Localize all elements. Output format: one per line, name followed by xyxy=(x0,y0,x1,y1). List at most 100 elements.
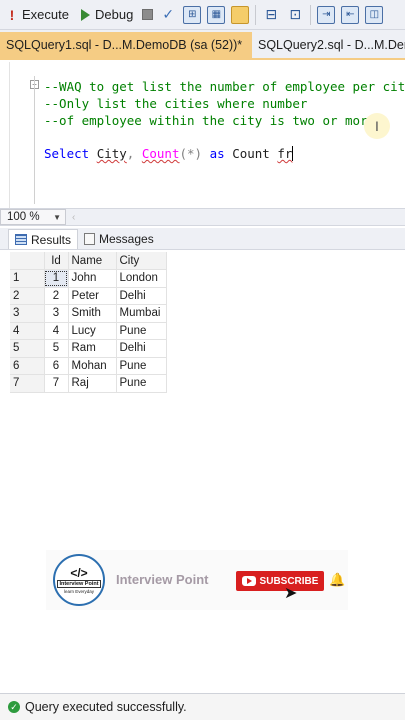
uncomment-icon[interactable]: ⊡ xyxy=(286,6,304,24)
results-to-grid-icon[interactable] xyxy=(231,5,250,24)
indent-icon[interactable]: ⇥ xyxy=(317,5,336,24)
mouse-pointer-icon: ➤ xyxy=(284,585,298,602)
row-number[interactable]: 6 xyxy=(10,357,45,375)
bell-icon[interactable]: 🔔 xyxy=(329,572,345,588)
table-header-row: Id Name City xyxy=(10,252,167,270)
row-number[interactable]: 1 xyxy=(10,269,45,288)
row-number[interactable]: 7 xyxy=(10,374,45,393)
cell-name[interactable]: Peter xyxy=(68,287,117,305)
cell-id[interactable]: 6 xyxy=(44,357,69,375)
results-grid[interactable]: Id Name City 1 1 John London 2 2 Peter D… xyxy=(10,252,167,393)
tab-sqlquery2[interactable]: SQLQuery2.sql - D...M.Demo xyxy=(252,32,405,58)
cell-id[interactable]: 3 xyxy=(44,304,69,323)
toolbar-separator xyxy=(310,4,312,25)
cell-id[interactable]: 5 xyxy=(44,339,69,358)
sql-column-city: City xyxy=(96,146,127,161)
youtube-icon xyxy=(241,576,256,586)
tab-messages[interactable]: Messages xyxy=(78,229,160,249)
debug-label: Debug xyxy=(94,7,134,22)
cell-city[interactable]: Pune xyxy=(116,357,167,375)
sql-keyword-as: as xyxy=(209,146,225,161)
debug-button[interactable]: Debug xyxy=(78,3,136,27)
query-editor[interactable]: − --WAQ to get list the number of employ… xyxy=(0,62,405,208)
debug-play-icon xyxy=(80,8,90,21)
zoom-dropdown[interactable]: 100 % ▼ xyxy=(0,209,66,225)
sql-keyword-select: Select xyxy=(44,146,90,161)
results-tabs: Results Messages xyxy=(0,228,405,250)
specify-values-icon[interactable]: ◫ xyxy=(365,5,384,24)
row-number[interactable]: 2 xyxy=(10,287,45,305)
comment-line-3: --of employee within the city is two or … xyxy=(44,113,376,128)
results-table: Id Name City 1 1 John London 2 2 Peter D… xyxy=(10,252,167,393)
table-row[interactable]: 6 6 Mohan Pune xyxy=(10,357,167,375)
outline-margin xyxy=(34,76,35,204)
row-number[interactable]: 4 xyxy=(10,322,45,340)
messages-icon xyxy=(84,233,96,245)
sql-paren: (*) xyxy=(179,146,203,161)
tab-results[interactable]: Results xyxy=(8,229,79,249)
table-row[interactable]: 4 4 Lucy Pune xyxy=(10,322,167,340)
row-header-corner[interactable] xyxy=(10,252,45,270)
cell-city[interactable]: London xyxy=(116,269,167,288)
table-row[interactable]: 5 5 Ram Delhi xyxy=(10,339,167,358)
execute-icon: ! xyxy=(9,6,15,23)
table-row[interactable]: 7 7 Raj Pune xyxy=(10,374,167,393)
table-row[interactable]: 1 1 John London xyxy=(10,269,167,288)
cell-id[interactable]: 1 xyxy=(44,269,69,288)
cell-name[interactable]: Raj xyxy=(68,374,117,393)
tab-sqlquery1[interactable]: SQLQuery1.sql - D...M.DemoDB (sa (52))* xyxy=(0,32,252,58)
cell-name[interactable]: Ram xyxy=(68,339,117,358)
comment-line-1: --WAQ to get list the number of employee… xyxy=(44,79,405,94)
tab-results-label: Results xyxy=(31,232,72,247)
sql-partial-keyword: fr xyxy=(277,146,293,161)
cell-city[interactable]: Delhi xyxy=(116,287,167,305)
cell-city[interactable]: Pune xyxy=(116,322,167,340)
chevron-down-icon: ▼ xyxy=(53,212,61,222)
query-designer-icon[interactable]: ▦ xyxy=(207,5,226,24)
cell-id[interactable]: 4 xyxy=(44,322,69,340)
cell-city[interactable]: Mumbai xyxy=(116,304,167,323)
display-plan-icon[interactable]: ⊞ xyxy=(183,5,202,24)
execute-button[interactable]: ! Execute xyxy=(4,3,72,27)
channel-banner: </> Interview Point learn Everyday Inter… xyxy=(46,550,348,610)
comment-line-2: --Only list the cities where number xyxy=(44,96,308,111)
column-header-id[interactable]: Id xyxy=(44,252,69,270)
toolbar-separator xyxy=(255,4,257,25)
zoom-value: 100 % xyxy=(7,211,40,223)
logo-code-glyph: </> xyxy=(70,565,88,580)
comment-icon[interactable]: ⊟ xyxy=(262,6,280,24)
cell-name[interactable]: Smith xyxy=(68,304,117,323)
cell-id[interactable]: 7 xyxy=(44,374,69,393)
table-row[interactable]: 2 2 Peter Delhi xyxy=(10,287,167,305)
ibeam-cursor-icon: I xyxy=(364,113,390,139)
sql-function-count: Count xyxy=(141,146,180,161)
sql-comma: , xyxy=(126,146,135,161)
stop-icon[interactable] xyxy=(142,9,154,20)
column-header-city[interactable]: City xyxy=(116,252,167,270)
success-check-icon: ✓ xyxy=(8,701,20,713)
parse-check-icon[interactable]: ✓ xyxy=(159,6,177,24)
table-row[interactable]: 3 3 Smith Mumbai xyxy=(10,304,167,323)
subscribe-button[interactable]: SUBSCRIBE xyxy=(236,571,324,591)
outdent-icon[interactable]: ⇤ xyxy=(341,5,360,24)
cell-name[interactable]: Mohan xyxy=(68,357,117,375)
cell-id[interactable]: 2 xyxy=(44,287,69,305)
text-caret xyxy=(292,146,294,161)
editor-gutter xyxy=(0,62,10,208)
scroll-left-icon[interactable]: ‹ xyxy=(72,212,75,223)
row-number[interactable]: 5 xyxy=(10,339,45,358)
sql-alias: Count xyxy=(232,146,270,161)
logo-tagline: learn Everyday xyxy=(63,588,94,594)
channel-logo: </> Interview Point learn Everyday xyxy=(53,554,105,606)
cell-city[interactable]: Pune xyxy=(116,374,167,393)
cell-name[interactable]: John xyxy=(68,269,117,288)
document-tabs: SQLQuery1.sql - D...M.DemoDB (sa (52))* … xyxy=(0,30,405,60)
status-bar: ✓ Query executed successfully. xyxy=(0,693,405,720)
toolbar: ! Execute Debug ✓ ⊞ ▦ ⊟ ⊡ ⇥ ⇤ ◫ xyxy=(0,0,405,30)
channel-name: Interview Point xyxy=(116,572,209,587)
cell-name[interactable]: Lucy xyxy=(68,322,117,340)
column-header-name[interactable]: Name xyxy=(68,252,117,270)
row-number[interactable]: 3 xyxy=(10,304,45,323)
cell-city[interactable]: Delhi xyxy=(116,339,167,358)
logo-name: Interview Point xyxy=(57,579,101,588)
